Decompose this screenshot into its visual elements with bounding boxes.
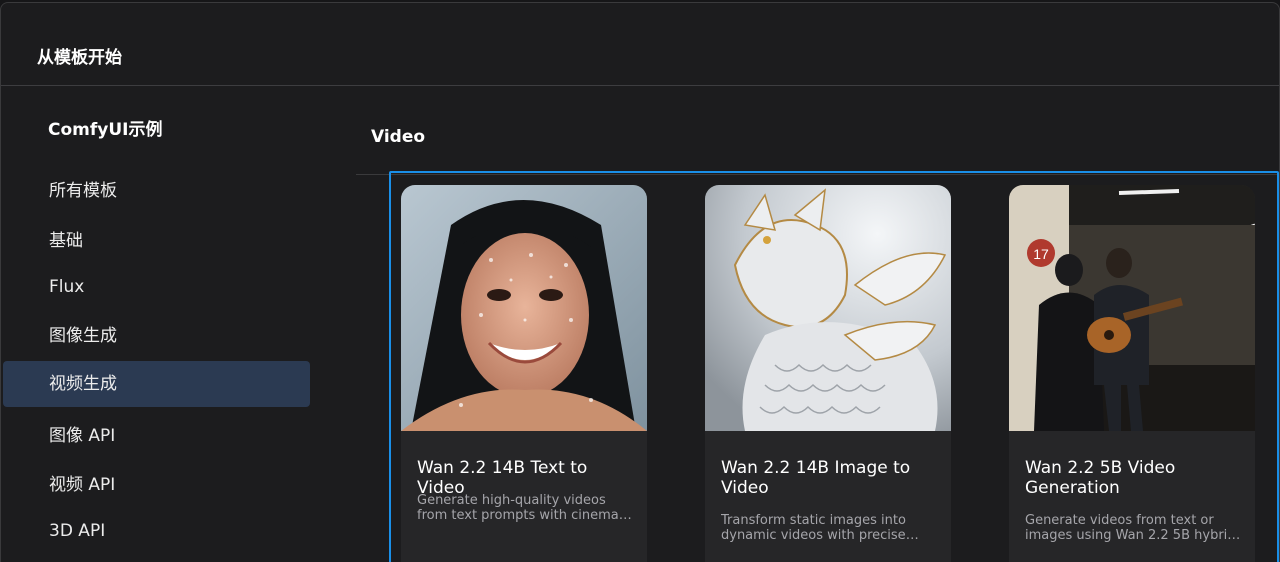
template-thumbnail-smiling-woman [401, 185, 647, 431]
svg-text:17: 17 [1033, 246, 1049, 262]
sidebar-heading: ComfyUI示例 [48, 120, 163, 140]
portrait-image [401, 185, 647, 431]
main-content: Video Wan 2.2 14B Text to Video Generate… [313, 87, 1279, 562]
template-card-title: Wan 2.2 14B Text to Video [417, 458, 588, 498]
dialog-title: 从模板开始 [37, 48, 122, 68]
sidebar-item-3d-api[interactable]: 3D API [3, 508, 310, 554]
subway-image: 17 [1009, 185, 1255, 431]
sidebar: ComfyUI示例 所有模板 基础 Flux 图像生成 视频生成 图像 API … [1, 87, 313, 562]
sidebar-item-flux[interactable]: Flux [3, 264, 310, 310]
template-card-description: Generate high-quality videos from text p… [417, 493, 635, 523]
dragon-image [705, 185, 951, 431]
template-card-title: Wan 2.2 14B Image to Video [721, 458, 911, 498]
template-dialog: 从模板开始 ComfyUI示例 所有模板 基础 Flux 图像生成 视频生成 图… [0, 2, 1280, 562]
sidebar-item-video-api[interactable]: 视频 API [3, 462, 310, 508]
sidebar-item-all-templates[interactable]: 所有模板 [3, 168, 310, 214]
sidebar-item-video-generation[interactable]: 视频生成 [3, 361, 310, 407]
template-grid: Wan 2.2 14B Text to Video Generate high-… [389, 171, 1279, 562]
template-thumbnail-white-dragon [705, 185, 951, 431]
template-thumbnail-subway-guitarist: 17 [1009, 185, 1255, 431]
template-card-wan-t2v[interactable]: Wan 2.2 14B Text to Video Generate high-… [401, 185, 647, 562]
sidebar-item-basics[interactable]: 基础 [3, 218, 310, 264]
template-card-wan-5b[interactable]: 17 Wan 2.2 5B Video Generation Generate … [1009, 185, 1255, 562]
template-card-description: Generate videos from text or images usin… [1025, 513, 1236, 543]
sidebar-item-image-generation[interactable]: 图像生成 [3, 313, 310, 359]
dialog-header: 从模板开始 [1, 3, 1279, 86]
template-card-description: Transform static images into dynamic vid… [721, 513, 906, 543]
template-card-title: Wan 2.2 5B Video Generation [1025, 458, 1176, 498]
template-card-wan-i2v[interactable]: Wan 2.2 14B Image to Video Transform sta… [705, 185, 951, 562]
section-title: Video [371, 127, 426, 147]
sidebar-item-image-api[interactable]: 图像 API [3, 413, 310, 459]
